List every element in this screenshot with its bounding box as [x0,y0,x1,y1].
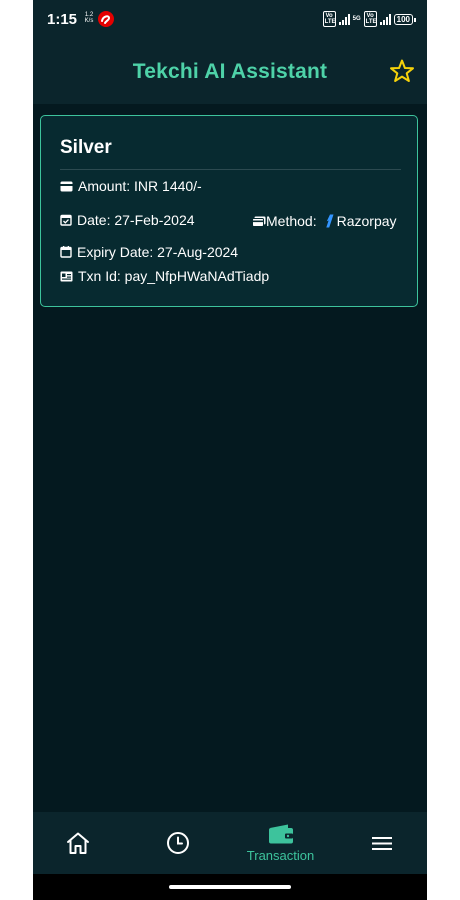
card-divider [60,169,401,170]
expiry-row: Expiry Date: 27-Aug-2024 [60,244,238,260]
signal-icon-2 [379,13,391,25]
transaction-card[interactable]: Silver Amount: INR 1440/- Date: 27-Feb-2… [40,115,418,307]
razorpay-logo-icon [325,214,334,228]
battery-icon: 100 [393,13,417,25]
5g-icon: 5G [352,16,361,22]
status-icons: Vo LTE 5G Vo LTE 100 [322,11,417,27]
phone-screen: 1:15 1.2 K/s Vo LTE 5G Vo LTE 100 Tekchi… [33,0,427,900]
date-text: Date: 27-Feb-2024 [77,212,195,228]
credit-card-icon [60,181,73,191]
clock-icon [167,832,189,854]
amount-row: Amount: INR 1440/- [60,178,202,194]
network-speed-unit: K/s [84,18,94,24]
txn-id-text: Txn Id: pay_NfpHWaNAdTiadp [78,268,270,284]
calendar-icon [60,246,72,258]
nav-menu[interactable] [357,812,407,874]
nav-transaction[interactable]: Transaction [238,812,323,874]
method-label: Method: [266,213,317,229]
status-bar: 1:15 1.2 K/s Vo LTE 5G Vo LTE 100 [33,0,427,40]
app-bar: Tekchi AI Assistant [33,40,427,104]
date-row: Date: 27-Feb-2024 [60,212,195,228]
star-outline-icon[interactable] [389,58,415,84]
network-speed: 1.2 K/s [84,12,94,24]
nav-home[interactable] [53,812,103,874]
home-icon [67,832,89,854]
bottom-navigation: Transaction [33,812,427,874]
status-time: 1:15 [47,11,78,28]
nav-history[interactable] [153,812,203,874]
gesture-bar [33,874,427,900]
app-title: Tekchi AI Assistant [132,60,328,83]
nav-transaction-label: Transaction [246,847,315,863]
airtel-icon [98,11,114,27]
menu-icon [372,837,392,850]
volte-icon-2: Vo LTE [363,11,377,27]
signal-icon [338,13,350,25]
method-value: Razorpay [336,213,397,229]
method-row: Method: Razorpay [252,213,397,229]
payment-method-icon [252,216,266,227]
wallet-icon [268,824,293,843]
amount-text: Amount: INR 1440/- [78,178,202,194]
calendar-check-icon [60,214,72,226]
home-gesture-handle[interactable] [169,885,291,889]
txn-id-row: Txn Id: pay_NfpHWaNAdTiadp [60,268,269,284]
id-card-icon [60,271,73,281]
volte-icon: Vo LTE [322,11,336,27]
plan-name: Silver [60,137,112,158]
expiry-text: Expiry Date: 27-Aug-2024 [77,244,239,260]
